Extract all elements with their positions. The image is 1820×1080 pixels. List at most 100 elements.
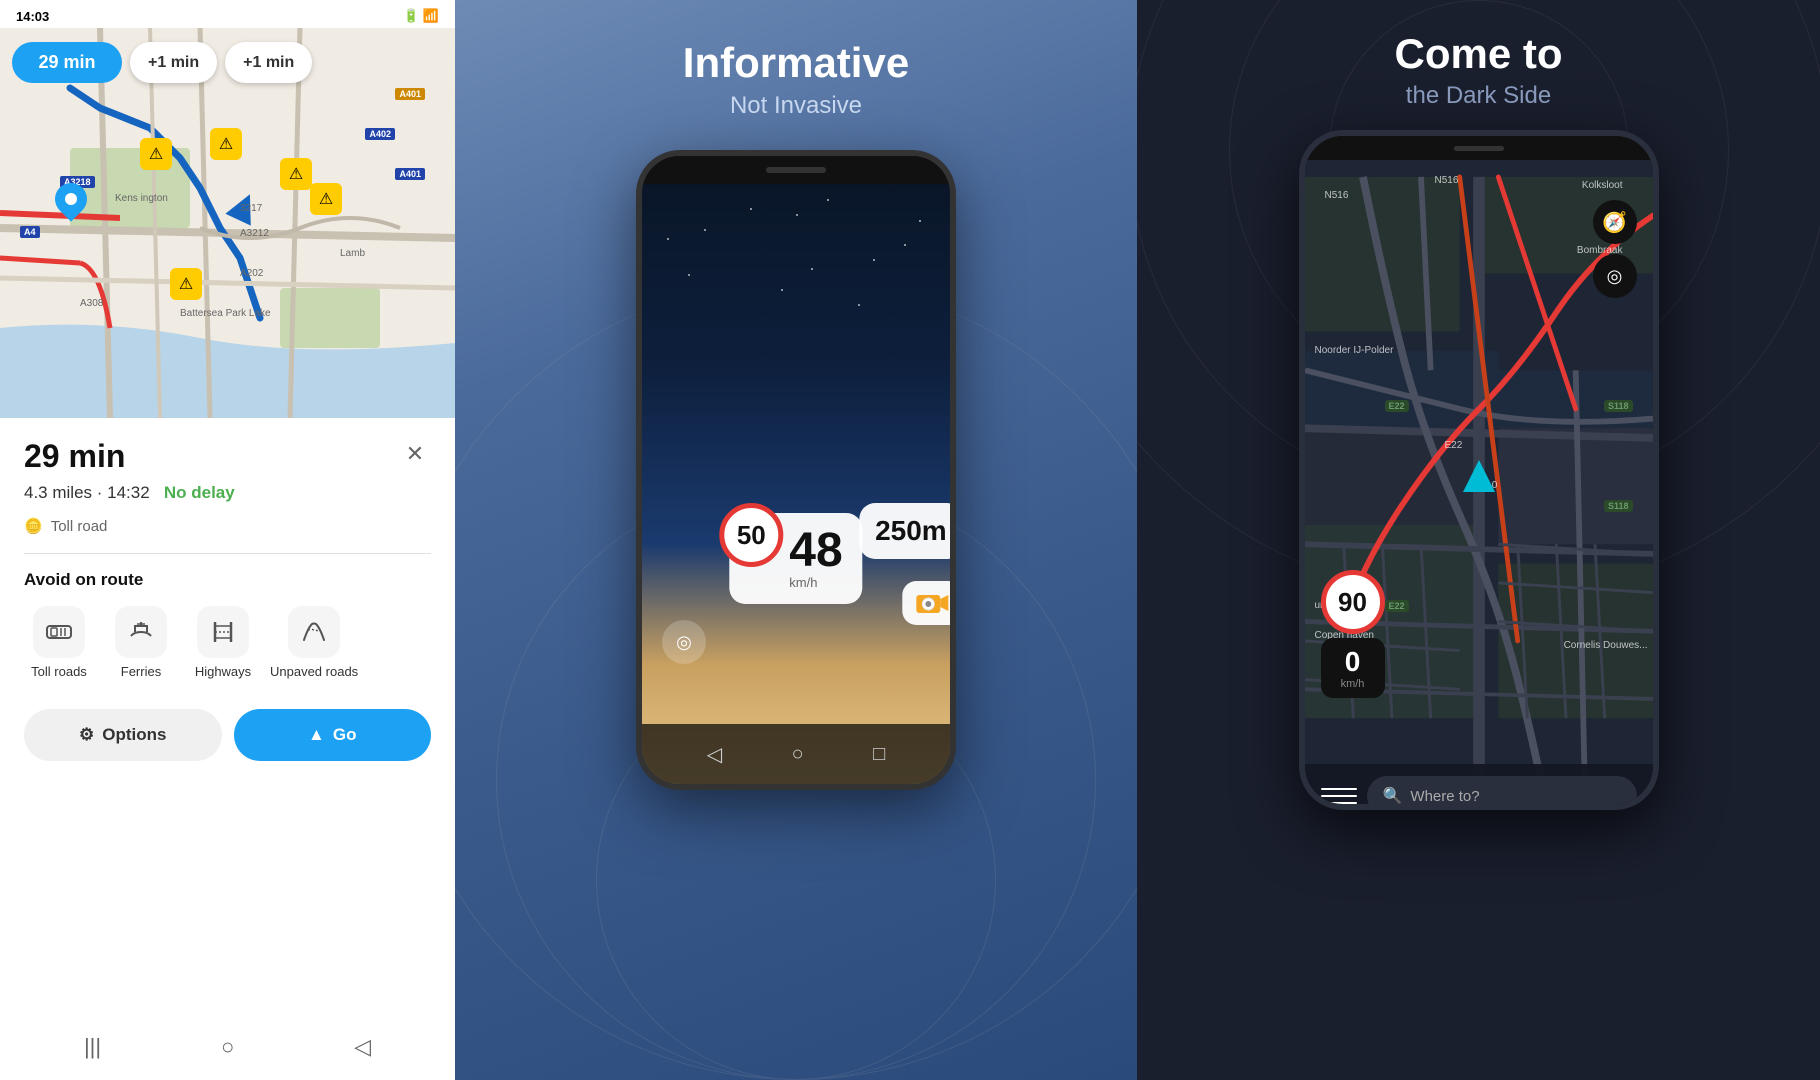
panel-navigation: 14:03 🔋 📶 A4 — [0, 0, 455, 1080]
panel2-title-block: Informative Not Invasive — [683, 40, 909, 120]
avoid-toll-roads[interactable]: Toll roads — [24, 606, 94, 681]
cornelis-label: Cornelis Douwes... — [1564, 640, 1648, 651]
delay-status: No delay — [164, 483, 235, 502]
home-button[interactable]: ○ — [221, 1034, 234, 1060]
options-button[interactable]: ⚙ Options — [24, 709, 222, 761]
road-a4-label: A4 — [20, 226, 40, 238]
awareness-map-button[interactable]: ◎ — [1593, 254, 1637, 298]
speed-limit-value: 50 — [737, 520, 766, 551]
hazard-3: ⚠ — [280, 158, 312, 190]
current-speed-box: 50 48 km/h — [729, 513, 862, 604]
phone-bottom-nav: ◁ ○ □ — [642, 724, 950, 784]
where-to-placeholder: Where to? — [1410, 788, 1479, 805]
route-info-panel: 29 min ✕ 4.3 miles · 14:32 No delay 🪙 To… — [0, 418, 455, 1080]
n516-left-label: N516 — [1325, 190, 1349, 201]
alt-route-2-button[interactable]: +1 min — [225, 42, 312, 83]
s118-badge: S118 — [1604, 400, 1633, 412]
back-button[interactable]: ◁ — [354, 1034, 371, 1060]
phone-back-button[interactable]: ◁ — [707, 742, 722, 767]
hamburger-line-1 — [1321, 788, 1357, 790]
route-details: 4.3 miles · 14:32 No delay — [24, 483, 431, 503]
panel3-title-block: Come to the Dark Side — [1137, 30, 1820, 110]
e22-badge2: E22 — [1385, 600, 1409, 612]
phone-speaker — [766, 167, 826, 173]
toll-icon: 🪙 — [24, 517, 43, 535]
ferries-icon — [115, 606, 167, 658]
speed-unit-label: km/h — [789, 575, 842, 590]
dark-map-view: N516 N516 Kolksloot Bombraak Noorder IJ-… — [1305, 160, 1653, 810]
route-time-label: 29 min — [24, 438, 125, 475]
primary-route-button[interactable]: 29 min — [12, 42, 122, 83]
distance-time: 4.3 miles · 14:32 — [24, 483, 150, 502]
status-bar: 14:03 🔋 📶 — [0, 0, 455, 28]
compass-button[interactable]: 🧭 — [1593, 200, 1637, 244]
options-gear-icon: ⚙ — [79, 725, 94, 745]
road-a401-label: A401 — [395, 88, 425, 100]
avoid-title: Avoid on route — [24, 570, 431, 590]
kensington-label: Kens ington — [115, 193, 168, 204]
route-header: 29 min ✕ — [24, 438, 431, 475]
speed-limit-dark-badge: 90 — [1321, 570, 1385, 634]
avoid-unpaved[interactable]: Unpaved roads — [270, 606, 358, 681]
hazard-4: ⚠ — [310, 183, 342, 215]
status-icons: 🔋 📶 — [403, 8, 439, 24]
hamburger-menu-button[interactable] — [1321, 778, 1357, 810]
speed-display-dark: 90 0 km/h — [1321, 570, 1385, 698]
toll-roads-label: Toll roads — [31, 664, 87, 681]
stars-bg — [642, 184, 950, 484]
recent-apps-button[interactable]: ||| — [84, 1034, 101, 1060]
toll-info: 🪙 Toll road — [24, 517, 431, 535]
road-a402-label: A402 — [365, 128, 395, 140]
a308-label: A308 — [80, 298, 103, 309]
kolksloot-label: Kolksloot — [1582, 180, 1623, 191]
go-button[interactable]: ▲ Go — [234, 709, 432, 761]
hamburger-line-2 — [1321, 795, 1357, 797]
speed-limit-badge: 50 — [719, 503, 783, 567]
close-button[interactable]: ✕ — [399, 438, 431, 470]
where-to-search-input[interactable]: 🔍 Where to? — [1367, 776, 1637, 810]
e22-badge: E22 — [1385, 400, 1409, 412]
panel2-subheading: Not Invasive — [683, 92, 909, 120]
speed-widget: 50 48 km/h 250m — [729, 513, 862, 604]
phone-screen: 50 48 km/h 250m — [642, 184, 950, 784]
panel-informative: Informative Not Invasive — [455, 0, 1137, 1080]
unpaved-roads-icon — [288, 606, 340, 658]
speed-num-dark-value: 0 — [1333, 646, 1373, 678]
battersea-label: Battersea Park Lake — [180, 308, 271, 319]
status-time: 14:03 — [16, 9, 49, 24]
map-view[interactable]: A4 A3218 A401 A402 A401 Kens ington Lamb… — [0, 28, 455, 418]
awareness-button[interactable]: ◎ — [662, 620, 706, 664]
go-label: Go — [333, 725, 357, 745]
e22-label: E22 — [1445, 440, 1463, 451]
divider — [24, 553, 431, 554]
a3217-label: 3217 — [240, 203, 262, 214]
highways-icon — [197, 606, 249, 658]
speed-unit-dark-label: km/h — [1333, 678, 1373, 690]
hazard-2: ⚠ — [210, 128, 242, 160]
hazard-1: ⚠ — [140, 138, 172, 170]
current-speed-dark: 0 km/h — [1321, 638, 1385, 698]
phone-recent-button[interactable]: □ — [873, 743, 885, 766]
speed-limit-dark-value: 90 — [1338, 587, 1367, 618]
a3212-label: A3212 — [240, 228, 269, 239]
hamburger-line-3 — [1321, 802, 1357, 804]
n516-right-label: N516 — [1435, 175, 1459, 186]
awareness-icon: ◎ — [676, 632, 692, 653]
toll-label: Toll road — [51, 518, 108, 535]
road-a401b-label: A401 — [395, 168, 425, 180]
phone-home-button[interactable]: ○ — [792, 743, 804, 766]
avoid-ferries[interactable]: Ferries — [106, 606, 176, 681]
dark-phone-mockup: N516 N516 Kolksloot Bombraak Noorder IJ-… — [1299, 130, 1659, 810]
where-to-container: 🔍 Where to? — [1305, 764, 1653, 810]
avoid-highways[interactable]: Highways — [188, 606, 258, 681]
panel-dark-side: Come to the Dark Side — [1137, 0, 1820, 1080]
compass-icon: 🧭 — [1602, 210, 1627, 235]
go-arrow-icon: ▲ — [308, 725, 325, 745]
user-location-arrow — [1463, 460, 1495, 492]
alt-route-1-button[interactable]: +1 min — [130, 42, 217, 83]
a202-label: A202 — [240, 268, 263, 279]
camera-distance-box: 250m — [859, 503, 956, 559]
where-to-bar: 🔍 Where to? — [1305, 764, 1653, 810]
phone-device-mockup: 50 48 km/h 250m — [636, 150, 956, 790]
current-speed-value: 48 — [789, 527, 842, 575]
